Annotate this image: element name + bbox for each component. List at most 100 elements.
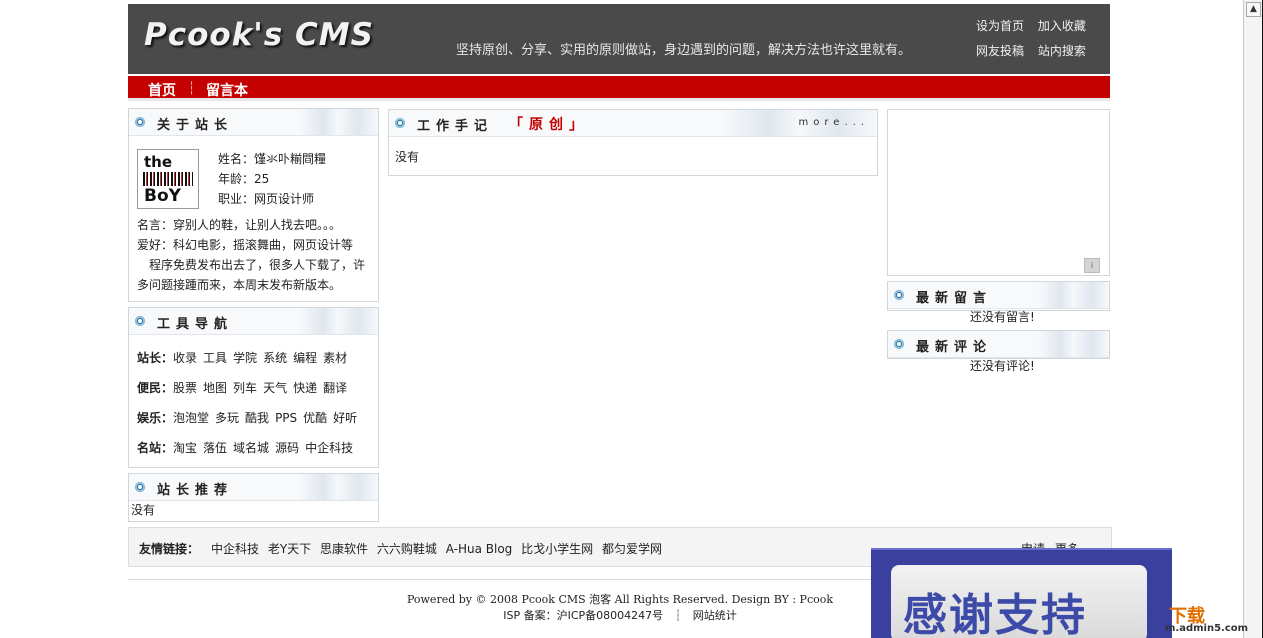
tool-link[interactable]: 泡泡堂 (173, 411, 209, 425)
about-panel-header: 关于站长 (129, 109, 378, 136)
more-link[interactable]: more... (799, 117, 869, 128)
watermark-url: m.admin5.com (1165, 623, 1249, 634)
tool-link[interactable]: 股票 (173, 381, 197, 395)
tool-link[interactable]: 多玩 (215, 411, 239, 425)
thanks-banner: 感谢支持 (891, 565, 1147, 638)
owner-motto: 名言：穿别人的鞋，让别人找去吧。。。 (137, 218, 342, 232)
latest-comments-title: 最新评论 (916, 340, 993, 355)
owner-note: 程序免费发布出去了，很多人下载了，许多问题接踵而来，本周末发布新版本。 (137, 258, 366, 292)
friend-link[interactable]: 老Y天下 (268, 542, 311, 556)
tool-link[interactable]: PPS (275, 411, 297, 425)
tools-panel: 工具导航 站长：收录 工具 学院 系统 编程 素材 便民：股票 地图 列车 天气 快递 翻译 娱乐：… (128, 307, 379, 468)
latest-comments-content: 还没有评论! (970, 359, 1035, 373)
latest-messages-content: 还没有留言! (970, 310, 1035, 324)
tool-link[interactable]: 落伍 (203, 441, 227, 455)
tool-link[interactable]: 酷我 (245, 411, 269, 425)
submit-article-link[interactable]: 网友投稿 (976, 42, 1024, 67)
tools-panel-header: 工具导航 (129, 308, 378, 335)
vertical-scrollbar[interactable]: ▲ (1243, 0, 1263, 638)
nav-separator: ┆ (188, 81, 196, 95)
avatar: the BoY (137, 149, 199, 209)
tool-link[interactable]: 学院 (233, 351, 257, 365)
recommend-panel-header: 站长推荐 (129, 474, 378, 501)
nav-home[interactable]: 首页 (148, 80, 176, 100)
recommend-title: 站长推荐 (157, 483, 234, 498)
tool-link[interactable]: 系统 (263, 351, 287, 365)
friend-link[interactable]: 比戈小学生网 (521, 542, 593, 556)
thanks-text: 感谢支持 (903, 590, 1087, 638)
friend-link[interactable]: 中企科技 (211, 542, 259, 556)
owner-age: 年龄：25 (218, 172, 270, 186)
work-notes-header: 工作手记 「原创」 more... (389, 110, 877, 137)
nav-guestbook[interactable]: 留言本 (206, 80, 248, 100)
tools-row-famous-sites: 名站：淘宝 落伍 域名城 源码 中企科技 (137, 439, 359, 456)
friend-link[interactable]: 思康软件 (320, 542, 368, 556)
friend-link[interactable]: 都匀爱学网 (602, 542, 662, 556)
tool-link[interactable]: 工具 (203, 351, 227, 365)
set-homepage-link[interactable]: 设为首页 (976, 17, 1024, 42)
site-slogan: 坚持原创、分享、实用的原则做站，身边遇到的问题，解决方法也许这里就有。 (456, 43, 912, 58)
tool-link[interactable]: 优酷 (303, 411, 327, 425)
icp-link[interactable]: ISP 备案：沪ICP备08004247号 (503, 609, 663, 622)
latest-messages-header: 最新留言 (888, 282, 1109, 309)
scroll-up-arrow-icon[interactable]: ▲ (1246, 2, 1261, 17)
latest-messages-title: 最新留言 (916, 291, 993, 306)
thanks-overlay-ad[interactable]: 感谢支持 (871, 548, 1172, 638)
add-favorite-link[interactable]: 加入收藏 (1038, 17, 1086, 42)
tools-row-convenience: 便民：股票 地图 列车 天气 快递 翻译 (137, 379, 353, 396)
avatar-text-bottom: BoY (144, 186, 181, 206)
tool-link[interactable]: 编程 (293, 351, 317, 365)
tool-link[interactable]: 域名城 (233, 441, 269, 455)
tool-link[interactable]: 列车 (233, 381, 257, 395)
tool-link[interactable]: 素材 (323, 351, 347, 365)
barcode-icon (143, 172, 193, 186)
site-stats-link[interactable]: 网站统计 (693, 609, 737, 622)
bullet-icon (135, 316, 145, 326)
site-header: Pcook's CMS 坚持原创、分享、实用的原则做站，身边遇到的问题，解决方法… (128, 4, 1110, 74)
owner-job: 职业：网页设计师 (218, 192, 315, 206)
friend-link[interactable]: 六六购鞋城 (377, 542, 437, 556)
latest-comments-header: 最新评论 (888, 331, 1109, 358)
about-text: 名言：穿别人的鞋，让别人找去吧。。。 爱好：科幻电影，摇滚舞曲，网页设计等 程序… (137, 215, 373, 295)
bullet-icon (894, 290, 904, 300)
about-title: 关于站长 (157, 118, 234, 133)
latest-comments-panel: 最新评论 (887, 330, 1110, 359)
recommend-content: 没有 (131, 503, 156, 517)
owner-hobby: 爱好：科幻电影，摇滚舞曲，网页设计等 (137, 238, 354, 252)
tool-link[interactable]: 天气 (263, 381, 287, 395)
tools-row-label: 站长： (137, 351, 174, 365)
tools-title: 工具导航 (157, 317, 234, 332)
tools-row-webmaster: 站长：收录 工具 学院 系统 编程 素材 (137, 349, 353, 366)
about-panel: 关于站长 the BoY 姓名：馑氺卟糋閰糧 年龄：25 职业：网页设计师 名言… (128, 108, 379, 302)
tool-link[interactable]: 收录 (173, 351, 197, 365)
friend-links: 中企科技 老Y天下 思康软件 六六购鞋城 A-Hua Blog 比戈小学生网 都… (211, 540, 667, 557)
tool-link[interactable]: 源码 (275, 441, 299, 455)
friend-link[interactable]: A-Hua Blog (446, 542, 513, 556)
avatar-text-top: the (144, 153, 173, 171)
tools-row-label: 娱乐： (137, 411, 174, 425)
tools-row-entertainment: 娱乐：泡泡堂 多玩 酷我 PPS 优酷 好听 (137, 409, 363, 426)
top-links: 设为首页 加入收藏 网友投稿 站内搜索 (976, 17, 1106, 67)
tools-row-label: 便民： (137, 381, 174, 395)
original-tag: 「原创」 (509, 117, 589, 133)
bullet-icon (395, 118, 405, 128)
work-notes-title: 工作手记 (417, 119, 494, 134)
footer-separator: ┆ (674, 609, 682, 622)
tool-link[interactable]: 翻译 (323, 381, 347, 395)
tool-link[interactable]: 地图 (203, 381, 227, 395)
site-search-link[interactable]: 站内搜索 (1038, 42, 1086, 67)
latest-messages-panel: 最新留言 (887, 281, 1110, 311)
work-notes-panel: 工作手记 「原创」 more... 没有 (388, 109, 878, 176)
recommend-panel: 站长推荐 没有 (128, 473, 379, 522)
friend-links-label: 友情链接： (139, 542, 200, 556)
tool-link[interactable]: 好听 (333, 411, 357, 425)
info-icon[interactable]: i (1084, 258, 1100, 273)
tool-link[interactable]: 淘宝 (173, 441, 197, 455)
tool-link[interactable]: 快递 (293, 381, 317, 395)
work-notes-content: 没有 (395, 150, 420, 164)
main-nav: 首页 ┆ 留言本 (128, 76, 1110, 101)
tool-link[interactable]: 中企科技 (305, 441, 353, 455)
right-banner-box: i (887, 109, 1110, 276)
bullet-icon (135, 117, 145, 127)
site-logo[interactable]: Pcook's CMS (144, 17, 374, 53)
